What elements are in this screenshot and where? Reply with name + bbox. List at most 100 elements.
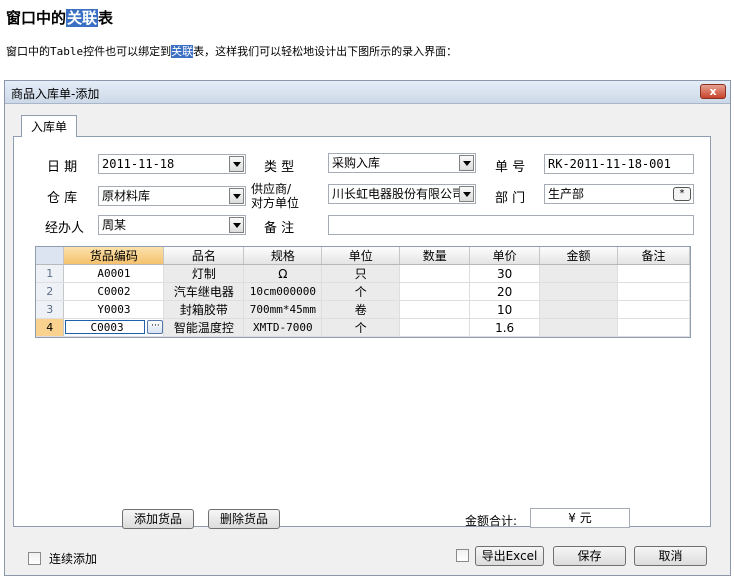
cell-price[interactable]: 20	[469, 282, 541, 301]
delete-goods-button[interactable]: 删除货品	[208, 509, 280, 529]
export-excel-checkbox[interactable]	[456, 549, 469, 562]
intro-paragraph: 窗口中的Table控件也可以绑定到关联表，这样我们可以轻松地设计出下图所示的录入…	[6, 45, 458, 58]
cell-note[interactable]	[617, 318, 690, 337]
cell-name: 封箱胶带	[163, 300, 245, 319]
dept-value: 生产部	[548, 187, 585, 201]
cell-name: 汽车继电器	[163, 282, 245, 301]
add-goods-button[interactable]: 添加货品	[122, 509, 194, 529]
cell-price[interactable]: 1.6	[469, 318, 541, 337]
type-select[interactable]: 采购入库	[328, 153, 476, 173]
cell-note[interactable]	[617, 300, 690, 319]
cell-name: 灯制	[163, 264, 245, 283]
cell-qty[interactable]	[399, 318, 471, 337]
cell-spec: 10cm000000	[243, 282, 323, 301]
cell-code-editing[interactable]: C0003 ···	[63, 318, 165, 337]
handler-dropdown-button[interactable]	[229, 217, 244, 233]
date-label: 日 期	[47, 160, 78, 175]
cell-qty[interactable]	[399, 300, 471, 319]
row-header[interactable]: 1	[36, 264, 65, 283]
cell-amount	[539, 282, 618, 301]
type-dropdown-button[interactable]	[459, 155, 474, 171]
grid-header-row: 货品编码 品名 规格 单位 数量 单价 金额 备注	[36, 247, 690, 265]
warehouse-label: 仓 库	[47, 191, 78, 206]
cell-note[interactable]	[617, 264, 690, 283]
dialog-titlebar: 商品入库单-添加 x	[5, 81, 730, 104]
cell-code[interactable]: C0002	[63, 282, 165, 301]
supplier-select[interactable]: 川长虹电器股份有限公司	[328, 184, 476, 204]
goods-table: 货品编码 品名 规格 单位 数量 单价 金额 备注 1 A0001 灯制 Ω 只…	[36, 247, 690, 337]
cell-note[interactable]	[617, 282, 690, 301]
date-value: 2011-11-18	[102, 157, 175, 171]
table-row[interactable]: 1 A0001 灯制 Ω 只 30	[36, 264, 690, 283]
goods-grid: 货品编码 品名 规格 单位 数量 单价 金额 备注 1 A0001 灯制 Ω 只…	[35, 246, 691, 338]
cell-unit: 个	[321, 318, 401, 337]
col-header-name[interactable]: 品名	[163, 247, 245, 265]
col-header-amount[interactable]: 金额	[539, 247, 618, 265]
continuous-add-checkbox[interactable]	[28, 552, 41, 565]
col-header-price[interactable]: 单价	[469, 247, 541, 265]
date-dropdown-button[interactable]	[229, 156, 244, 172]
cell-code[interactable]: A0001	[63, 264, 165, 283]
handler-select[interactable]: 周某	[98, 215, 246, 235]
total-field: ¥ 元	[530, 508, 630, 528]
cell-unit: 卷	[321, 300, 401, 319]
grid-corner[interactable]	[36, 247, 65, 265]
cell-spec: XMTD-7000	[243, 318, 323, 337]
table-row[interactable]: 3 Y0003 封箱胶带 700mm*45mm 卷 10	[36, 300, 690, 319]
number-field[interactable]: RK-2011-11-18-001	[544, 154, 694, 174]
cell-spec: 700mm*45mm	[243, 300, 323, 319]
col-header-spec[interactable]: 规格	[243, 247, 323, 265]
date-field[interactable]: 2011-11-18	[98, 154, 246, 174]
tab-panel: 日 期 2011-11-18 类 型 采购入库 单 号 RK-2011-11-1…	[13, 136, 711, 529]
handler-value: 周某	[102, 218, 127, 232]
code-edit-input[interactable]: C0003	[65, 320, 146, 334]
cell-spec: Ω	[243, 264, 323, 283]
col-header-unit[interactable]: 单位	[321, 247, 401, 265]
number-label: 单 号	[495, 160, 526, 175]
type-label: 类 型	[264, 160, 295, 175]
dept-label: 部 门	[495, 191, 526, 206]
cancel-button[interactable]: 取消	[634, 546, 707, 566]
supplier-label: 供应商/对方单位	[251, 182, 300, 210]
remark-field[interactable]	[328, 215, 694, 235]
cell-unit: 个	[321, 282, 401, 301]
cell-name: 智能温度控	[163, 318, 245, 337]
warehouse-dropdown-button[interactable]	[229, 188, 244, 204]
supplier-dropdown-button[interactable]	[459, 186, 474, 202]
type-value: 采购入库	[332, 156, 381, 170]
cell-amount	[539, 300, 618, 319]
col-header-note[interactable]: 备注	[617, 247, 690, 265]
export-excel-button[interactable]: 导出Excel	[475, 546, 544, 566]
row-header[interactable]: 2	[36, 282, 65, 301]
warehouse-value: 原材料库	[102, 189, 151, 203]
col-header-qty[interactable]: 数量	[399, 247, 471, 265]
cell-code[interactable]: Y0003	[63, 300, 165, 319]
cell-qty[interactable]	[399, 264, 471, 283]
row-header[interactable]: 3	[36, 300, 65, 319]
save-button[interactable]: 保存	[553, 546, 626, 566]
cell-qty[interactable]	[399, 282, 471, 301]
dept-field[interactable]: 生产部 *	[544, 184, 694, 204]
cell-price[interactable]: 30	[469, 264, 541, 283]
warehouse-select[interactable]: 原材料库	[98, 186, 246, 206]
cell-amount	[539, 318, 618, 337]
row-header[interactable]: 4	[36, 318, 65, 337]
number-value: RK-2011-11-18-001	[548, 157, 671, 171]
tab-inbound-order[interactable]: 入库单	[21, 115, 77, 137]
page-heading: 窗口中的关联表	[6, 9, 114, 27]
cell-price[interactable]: 10	[469, 300, 541, 319]
table-row[interactable]: 4 C0003 ··· 智能温度控 XMTD-7000 个 1.6	[36, 318, 690, 337]
close-button[interactable]: x	[700, 84, 726, 99]
dialog-title: 商品入库单-添加	[11, 87, 100, 101]
handler-label: 经办人	[45, 221, 85, 236]
ellipsis-icon[interactable]: ···	[147, 320, 163, 334]
dept-lookup-button[interactable]: *	[673, 187, 691, 201]
continuous-add-label: 连续添加	[49, 552, 98, 566]
remark-label: 备 注	[264, 221, 295, 236]
table-row[interactable]: 2 C0002 汽车继电器 10cm000000 个 20	[36, 282, 690, 301]
goods-inbound-dialog: 商品入库单-添加 x 入库单 日 期 2011-11-18 类 型 采购入库 单…	[4, 80, 731, 576]
close-icon: x	[709, 85, 717, 98]
col-header-code[interactable]: 货品编码	[63, 247, 165, 265]
total-label: 金额合计:	[465, 514, 518, 528]
cell-amount	[539, 264, 618, 283]
